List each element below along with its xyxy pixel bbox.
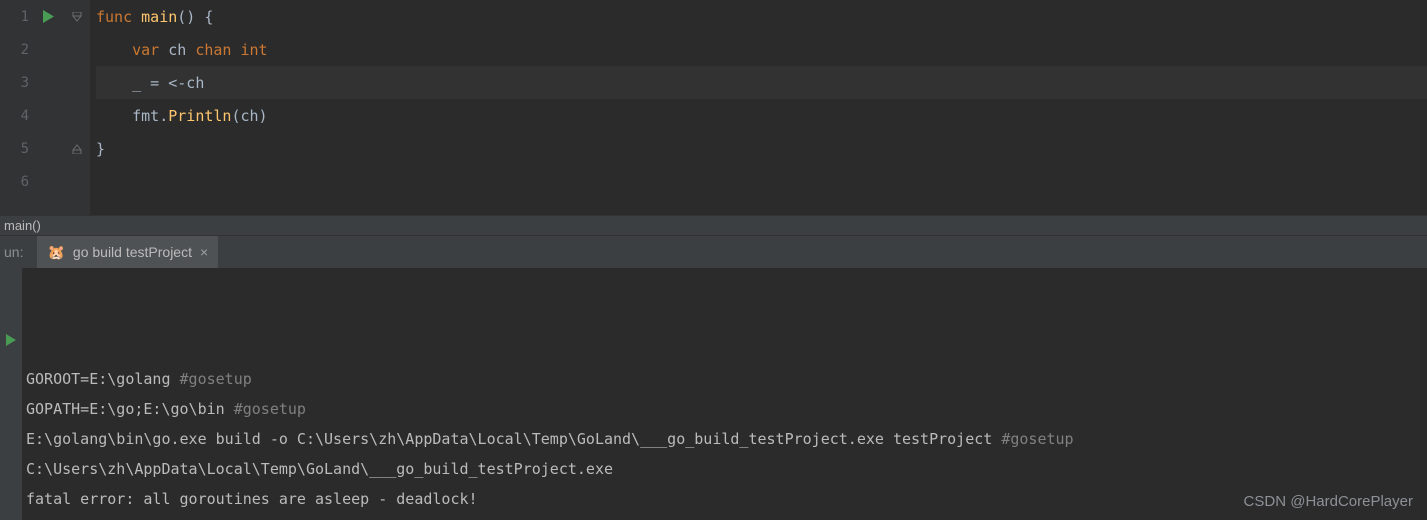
code-token: ch (159, 41, 195, 59)
code-line[interactable]: func main() { (96, 0, 1427, 33)
fold-open-icon[interactable] (72, 12, 82, 22)
console-output[interactable]: GOROOT=E:\golang #gosetupGOPATH=E:\go;E:… (0, 268, 1427, 520)
breadcrumb[interactable]: main() (0, 215, 1427, 235)
code-token: fmt. (96, 107, 168, 125)
code-token: int (241, 41, 268, 59)
console-text: #gosetup (234, 400, 306, 418)
console-line: fatal error: all goroutines are asleep -… (26, 484, 1423, 514)
code-token: _ = <-ch (96, 74, 204, 92)
code-token: func (96, 8, 132, 26)
gutter-row: 4 (0, 99, 90, 132)
console-text: #gosetup (180, 370, 252, 388)
line-number: 3 (19, 75, 29, 91)
console-line: GOROOT=E:\golang #gosetup (26, 364, 1423, 394)
console-toolbar (0, 268, 22, 520)
run-icon[interactable] (43, 10, 54, 23)
code-token: main (141, 8, 177, 26)
watermark: CSDN @HardCorePlayer (1244, 493, 1413, 510)
code-line[interactable] (96, 165, 1427, 198)
breadcrumb-label: main() (4, 218, 41, 233)
code-token: var (132, 41, 159, 59)
code-line[interactable]: } (96, 132, 1427, 165)
fold-close-icon[interactable] (72, 144, 82, 154)
gutter-row: 1 (0, 0, 90, 33)
code-line[interactable]: var ch chan int (96, 33, 1427, 66)
code-line[interactable]: fmt.Println(ch) (96, 99, 1427, 132)
run-icon[interactable] (0, 328, 22, 346)
go-icon: 🐹 (47, 244, 64, 261)
console-line: GOPATH=E:\go;E:\go\bin #gosetup (26, 394, 1423, 424)
console-line: C:\Users\zh\AppData\Local\Temp\GoLand\__… (26, 454, 1423, 484)
line-number: 5 (19, 141, 29, 157)
console-text: E:\golang\bin\go.exe build -o C:\Users\z… (26, 430, 1001, 448)
run-label: un: (4, 244, 23, 260)
console-text: fatal error: all goroutines are asleep -… (26, 490, 478, 508)
code-editor[interactable]: 1 2 3 4 5 6 func main() { var ch chan int _ =… (0, 0, 1427, 215)
run-tabbar: un: 🐹 go build testProject × (0, 236, 1427, 268)
code-token: () { (177, 8, 213, 26)
code-token: chan (195, 41, 231, 59)
gutter-row: 5 (0, 132, 90, 165)
console-text: GOPATH=E:\go;E:\go\bin (26, 400, 234, 418)
line-number: 1 (19, 9, 29, 25)
console-text: C:\Users\zh\AppData\Local\Temp\GoLand\__… (26, 460, 613, 478)
run-config-title: go build testProject (73, 244, 192, 260)
editor-gutter: 1 2 3 4 5 6 (0, 0, 90, 215)
code-line[interactable]: _ = <-ch (96, 66, 1427, 99)
gutter-row: 2 (0, 33, 90, 66)
code-token: } (96, 140, 105, 158)
gutter-row: 6 (0, 165, 90, 198)
code-token (132, 8, 141, 26)
gutter-row: 3 (0, 66, 90, 99)
code-token: Println (168, 107, 231, 125)
run-panel: un: 🐹 go build testProject × GOROOT=E:\g… (0, 235, 1427, 520)
code-area[interactable]: func main() { var ch chan int _ = <-ch f… (90, 0, 1427, 215)
line-number: 6 (19, 174, 29, 190)
code-token (231, 41, 240, 59)
close-icon[interactable]: × (200, 244, 208, 260)
code-token: (ch) (231, 107, 267, 125)
line-number: 4 (19, 108, 29, 124)
run-config-tab[interactable]: 🐹 go build testProject × (37, 236, 218, 268)
code-token (96, 41, 132, 59)
console-text: #gosetup (1001, 430, 1073, 448)
console-text: GOROOT=E:\golang (26, 370, 180, 388)
console-line: E:\golang\bin\go.exe build -o C:\Users\z… (26, 424, 1423, 454)
line-number: 2 (19, 42, 29, 58)
